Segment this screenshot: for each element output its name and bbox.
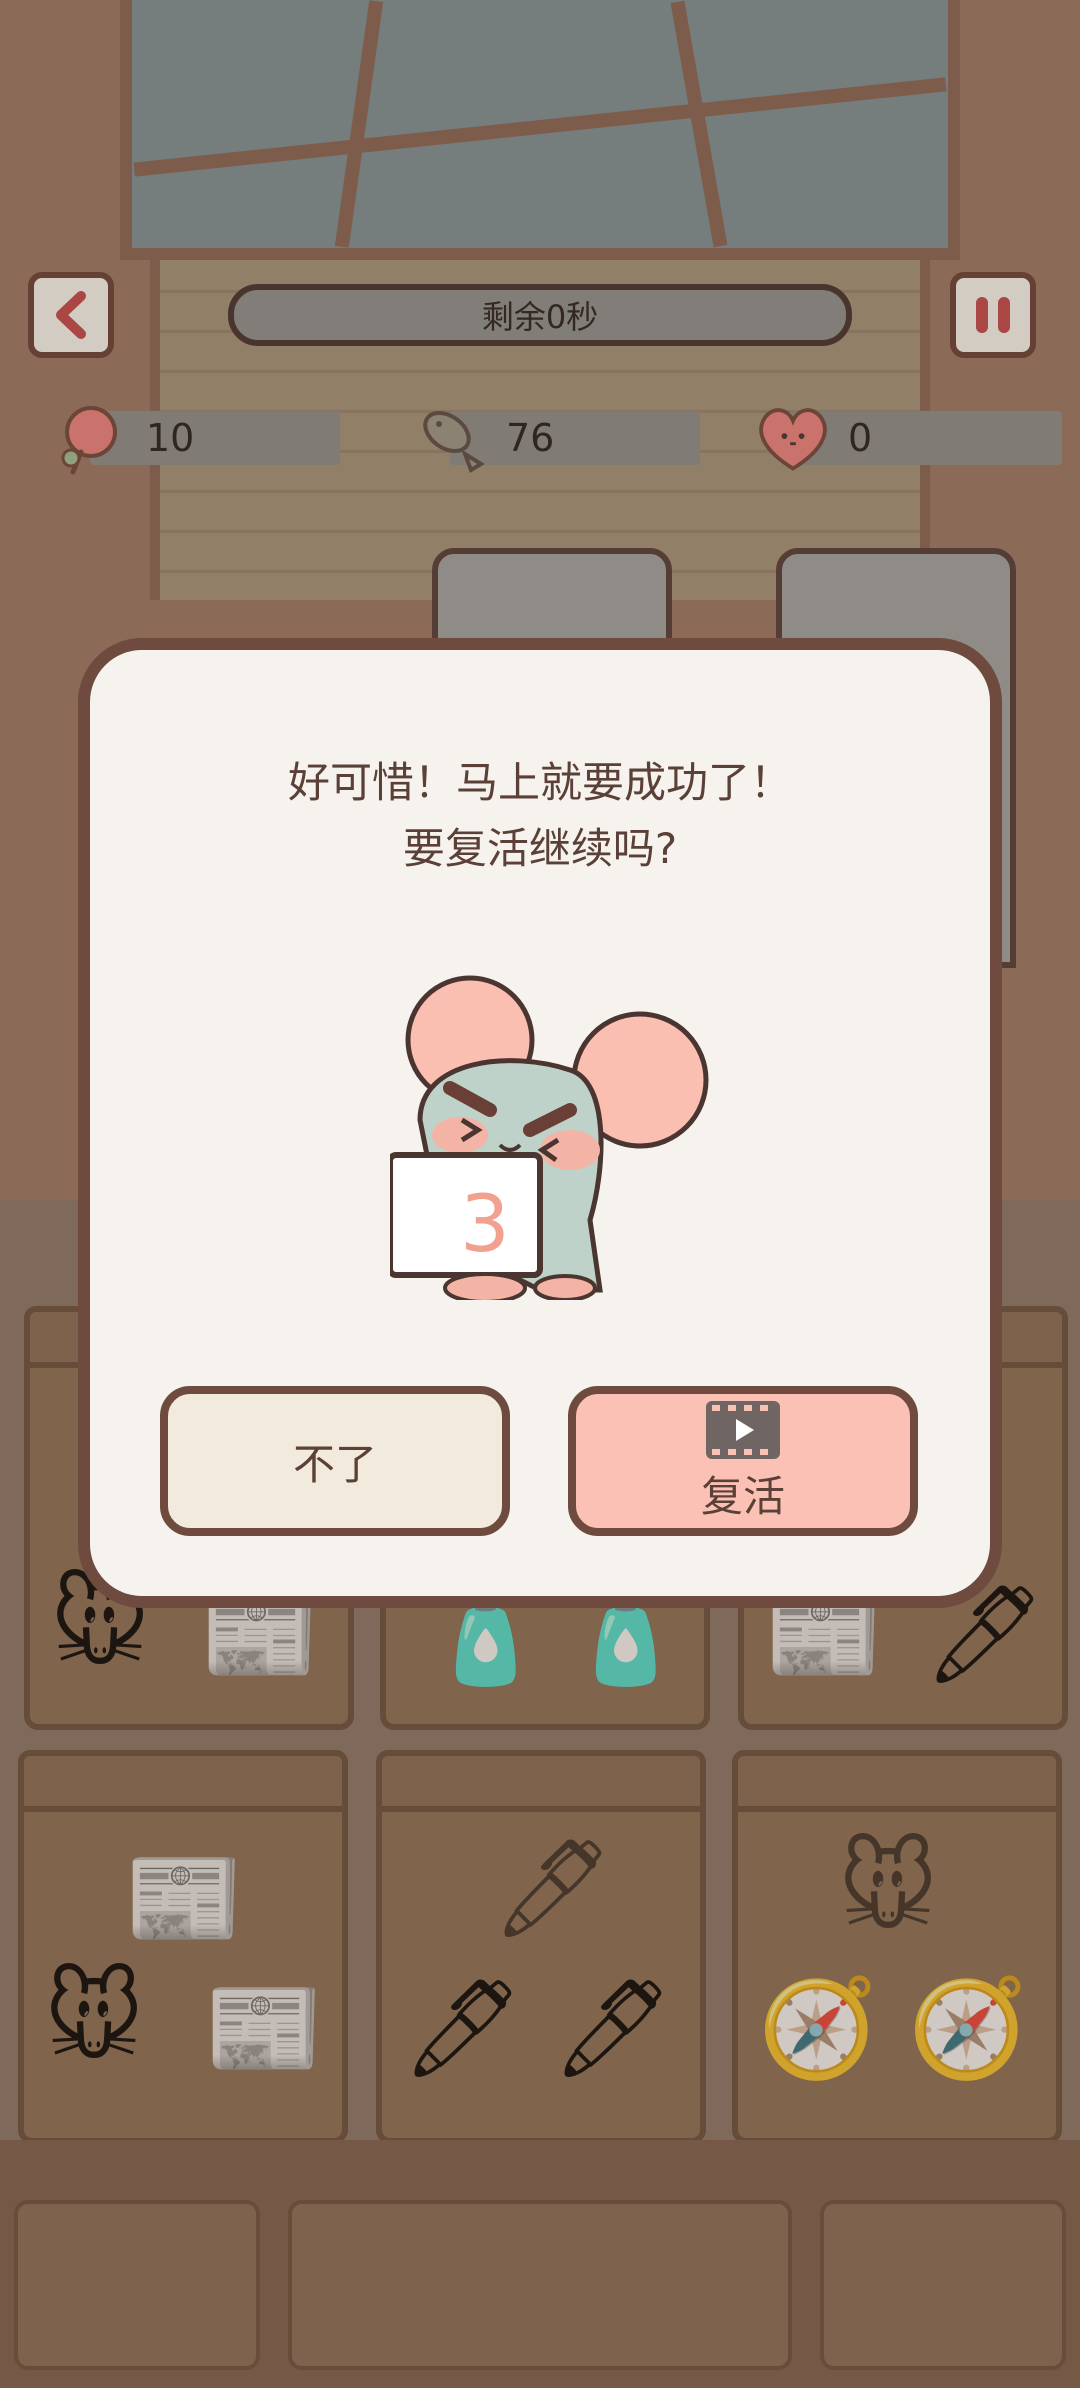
video-ad-icon <box>706 1400 780 1459</box>
fish-count: 76 <box>506 416 555 460</box>
message-line-2: 要复活继续吗? <box>402 824 678 873</box>
decline-label: 不了 <box>292 1439 377 1489</box>
countdown-number: 3 <box>460 1180 510 1270</box>
heart-count: 0 <box>848 416 873 460</box>
flower-count: 10 <box>146 416 195 460</box>
revive-button[interactable]: 复活 <box>568 1386 918 1536</box>
revive-label: 复活 <box>700 1471 785 1521</box>
message-line-1: 好可惜！马上就要成功了！ <box>287 758 792 807</box>
fish-icon <box>410 397 492 479</box>
revive-dialog: 好可惜！马上就要成功了！ 要复活继续吗? 3 不了 复活 <box>78 638 1002 1608</box>
flower-icon <box>50 397 132 479</box>
heart-face-icon <box>752 397 834 479</box>
revive-message: 好可惜！马上就要成功了！ 要复活继续吗? <box>280 750 800 882</box>
decline-button[interactable]: 不了 <box>160 1386 510 1536</box>
